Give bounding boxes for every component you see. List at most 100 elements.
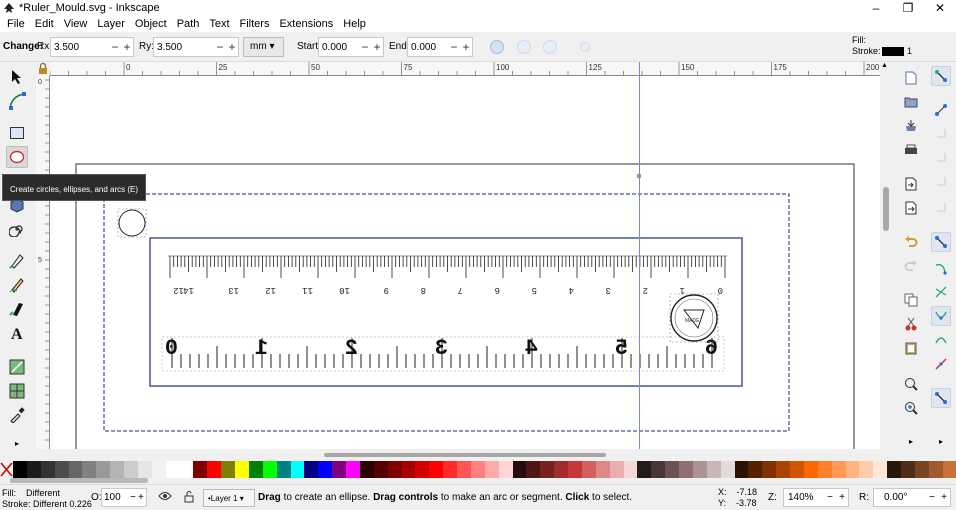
redo-button[interactable] [901,256,921,276]
no-paint-swatch[interactable] [0,461,13,478]
snap-enable-toggle[interactable] [931,66,951,86]
color-swatch[interactable] [831,461,846,478]
vertical-scroll-thumb[interactable] [883,187,889,231]
toggle-layer-lock[interactable] [183,490,195,506]
zoom-spinbox[interactable]: 140% − + [783,488,849,507]
color-swatch[interactable] [429,461,444,478]
selected-style-indicator[interactable]: Fill: Different Stroke: Different 0.226 [2,488,92,510]
snap-paths-toggle[interactable] [931,258,951,278]
color-swatch[interactable] [748,461,763,478]
zoom-decrement[interactable]: − [824,492,836,503]
paste-button[interactable] [901,338,921,358]
rotate-increment[interactable]: + [938,492,950,503]
color-swatch[interactable] [651,461,666,478]
color-swatch[interactable] [415,461,430,478]
selector-tool[interactable] [6,66,28,88]
vertical-guide-line[interactable] [639,62,640,449]
text-tool[interactable]: A [6,322,28,344]
color-swatch[interactable] [901,461,915,478]
maximize-button[interactable]: ❐ [892,0,924,16]
pen-tool[interactable] [6,250,28,272]
node-tool[interactable] [6,90,28,112]
opacity-decrement[interactable]: − [130,492,138,503]
color-swatch[interactable] [679,461,693,478]
color-swatch[interactable] [54,461,69,478]
color-swatch[interactable] [165,461,180,478]
snap-smooth-nodes-toggle[interactable] [931,330,951,350]
snap-bbox-corner-toggle[interactable] [931,148,951,168]
color-swatch[interactable] [623,461,638,478]
color-swatch[interactable] [581,461,596,478]
opacity-spinbox[interactable]: 100 − + [101,488,147,507]
rx-increment[interactable]: + [121,40,133,54]
color-swatch[interactable] [790,461,804,478]
color-swatch[interactable] [540,461,555,478]
horizontal-ruler[interactable]: 0 25 50 75 100 125 150 175 200 [50,62,880,76]
rx-decrement[interactable]: − [109,40,121,54]
scroll-up-icon[interactable]: ▲ [881,62,888,69]
color-swatch[interactable] [318,461,333,478]
color-swatch[interactable] [193,461,208,478]
horizontal-scroll-thumb[interactable] [324,453,606,457]
color-swatch[interactable] [554,461,568,478]
arc-segment-button[interactable] [517,40,531,54]
menu-file[interactable]: File [2,18,30,30]
snap-bbox-center-toggle[interactable] [931,198,951,218]
mesh-tool[interactable] [6,380,28,402]
color-swatch[interactable] [526,461,541,478]
small-circle[interactable] [117,208,147,238]
snap-line-midpoints-toggle[interactable] [931,354,951,374]
zoom-drawing-button[interactable] [901,398,921,418]
save-button[interactable] [901,116,921,136]
export-button[interactable] [901,198,921,218]
menu-object[interactable]: Object [130,18,172,30]
color-swatch[interactable] [887,461,901,478]
spiral-tool[interactable] [6,218,28,240]
color-swatch[interactable] [817,461,832,478]
start-value[interactable]: 0.000 [319,42,359,53]
color-swatch[interactable] [124,461,138,478]
color-swatch[interactable] [110,461,124,478]
color-swatch[interactable] [470,461,485,478]
ry-value[interactable]: 3.500 [154,42,214,53]
make-whole-button[interactable] [580,42,590,52]
color-swatch[interactable] [290,461,305,478]
color-swatch[interactable] [359,461,374,478]
end-spinbox[interactable]: 0.000 − + [407,37,473,57]
rotate-decrement[interactable]: − [926,492,938,503]
color-swatch[interactable] [568,461,582,478]
snap-nodes-toggle[interactable] [931,232,951,252]
copy-button[interactable] [901,290,921,310]
menu-layer[interactable]: Layer [92,18,130,30]
toolbox-overflow-arrow[interactable]: ▸ [6,438,28,448]
color-swatch[interactable] [776,461,790,478]
menu-path[interactable]: Path [172,18,205,30]
color-swatch[interactable] [512,461,527,478]
color-swatch[interactable] [276,461,291,478]
start-decrement[interactable]: − [359,40,371,54]
color-swatch[interactable] [498,461,513,478]
menu-edit[interactable]: Edit [30,18,59,30]
whole-ellipse-button[interactable] [490,40,504,54]
rotate-spinbox[interactable]: 0.00° − + [873,488,951,507]
color-swatch[interactable] [928,461,943,478]
rotate-value[interactable]: 0.00° [874,492,926,503]
ry-increment[interactable]: + [226,40,238,54]
snap-bbox-edge-toggle[interactable] [931,124,951,144]
snap-cusp-nodes-toggle[interactable] [931,306,951,326]
color-swatch[interactable] [248,461,263,478]
ellipse-tool[interactable] [6,146,28,168]
color-swatch[interactable] [221,461,235,478]
color-swatch[interactable] [484,461,499,478]
menu-help[interactable]: Help [338,18,371,30]
color-swatch[interactable] [137,461,152,478]
guide-lock-toggle[interactable] [36,62,50,76]
color-swatch[interactable] [734,461,749,478]
menu-filters[interactable]: Filters [235,18,275,30]
ry-decrement[interactable]: − [214,40,226,54]
end-increment[interactable]: + [460,40,472,54]
color-swatch[interactable] [762,461,777,478]
palette-scrollbar[interactable] [10,478,148,483]
calligraphy-tool[interactable] [6,298,28,320]
open-button[interactable] [901,92,921,112]
